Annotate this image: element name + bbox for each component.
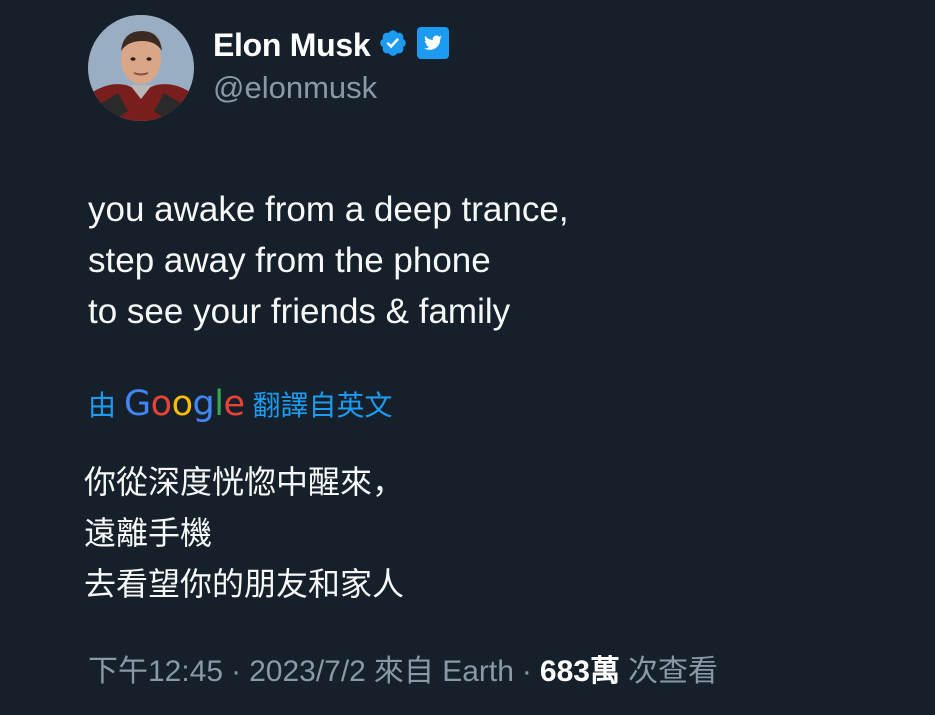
google-logo: Google — [124, 384, 245, 424]
translation-suffix: 翻譯自英文 — [252, 390, 393, 421]
translated-line: 去看望你的朋友和家人 — [84, 565, 405, 603]
tweet-line: you awake from a deep trance, — [88, 190, 569, 229]
tweet-meta: 下午12:45 · 2023/7/2 來自 Earth · 683萬 次查看 — [88, 646, 718, 690]
verified-badge-icon[interactable] — [378, 28, 408, 63]
tweet-card: Elon Musk @elonmusk you awake from a dee… — [0, 0, 935, 715]
twitter-bird-icon[interactable] — [416, 26, 450, 65]
author-display-name[interactable]: Elon Musk — [213, 27, 371, 64]
tweet-text: you awake from a deep trance, step away … — [88, 184, 569, 337]
tweet-time[interactable]: 下午12:45 — [88, 646, 223, 690]
meta-separator: · — [521, 655, 532, 688]
meta-separator: · — [231, 655, 242, 688]
translation-prefix: 由 — [88, 390, 117, 421]
author-handle[interactable]: @elonmusk — [213, 70, 377, 106]
avatar-image — [88, 15, 194, 121]
translated-line: 你從深度恍惚中醒來， — [84, 463, 405, 501]
views-label: 次查看 — [627, 655, 718, 688]
views-count[interactable]: 683萬 — [540, 646, 620, 690]
tweet-line: to see your friends & family — [88, 292, 511, 331]
tweet-date[interactable]: 2023/7/2 — [249, 655, 366, 689]
tweet-source: 來自 Earth — [373, 655, 514, 688]
author-name-row: Elon Musk — [213, 26, 450, 65]
translated-line: 遠離手機 — [84, 514, 213, 552]
translated-text: 你從深度恍惚中醒來， 遠離手機 去看望你的朋友和家人 — [84, 457, 404, 610]
tweet-line: step away from the phone — [88, 241, 491, 280]
translation-attribution[interactable]: 由 Google 翻譯自英文 — [88, 384, 393, 424]
avatar[interactable] — [88, 15, 194, 121]
